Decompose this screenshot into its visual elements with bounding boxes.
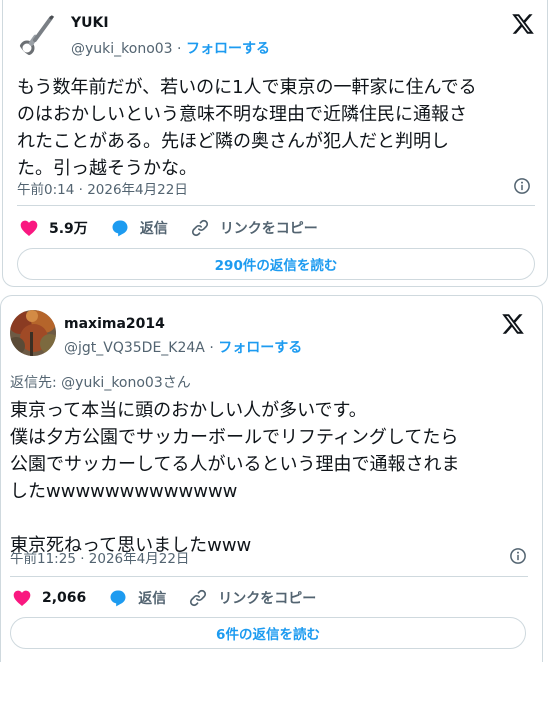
- divider: [10, 576, 528, 577]
- info-icon[interactable]: [509, 547, 527, 565]
- reply-label: 返信: [138, 591, 167, 607]
- link-icon: [191, 219, 208, 237]
- autumn-forest-avatar-icon: [10, 310, 56, 356]
- ice-cream-scoop-avatar-icon: [19, 13, 56, 56]
- read-replies-button[interactable]: 290件の返信を読む: [17, 248, 535, 280]
- read-replies-button[interactable]: 6件の返信を読む: [10, 617, 526, 649]
- display-name[interactable]: maxima2014: [64, 316, 165, 332]
- display-name[interactable]: YUKI: [71, 15, 109, 31]
- follow-button[interactable]: フォローする: [186, 41, 270, 57]
- reply-bubble-icon: [112, 220, 128, 237]
- heart-icon: [20, 220, 38, 236]
- copy-link-button[interactable]: リンクをコピー: [190, 218, 318, 238]
- tweet-card-maxima: maxima2014 @jgt_VQ35DE_K24A · フォローする 返信先…: [0, 295, 543, 662]
- divider: [17, 205, 535, 206]
- follow-button[interactable]: フォローする: [218, 340, 302, 356]
- like-button[interactable]: 5.9万: [19, 218, 88, 238]
- reply-bubble-icon: [110, 590, 126, 607]
- handle-line: @yuki_kono03 · フォローする: [71, 38, 270, 58]
- copy-link-button[interactable]: リンクをコピー: [188, 588, 316, 608]
- reply-to-line[interactable]: 返信先: @yuki_kono03さん: [10, 372, 191, 392]
- action-bar: 2,066 返信 リンクをコピー: [12, 586, 338, 610]
- like-count: 5.9万: [49, 221, 88, 237]
- link-icon: [190, 589, 207, 607]
- reply-button[interactable]: 返信: [110, 218, 168, 238]
- reply-label: 返信: [139, 221, 168, 237]
- tweet-card-yuki: YUKI @yuki_kono03 · フォローする もう数年前だが、若いのに1…: [2, 0, 548, 287]
- user-handle[interactable]: @jgt_VQ35DE_K24A: [64, 340, 205, 356]
- user-handle[interactable]: @yuki_kono03: [71, 41, 173, 57]
- copy-link-label: リンクをコピー: [219, 221, 318, 237]
- heart-icon: [13, 590, 31, 606]
- avatar[interactable]: [17, 12, 63, 58]
- action-bar: 5.9万 返信 リンクをコピー: [19, 216, 340, 240]
- copy-link-label: リンクをコピー: [218, 591, 317, 607]
- handle-line: @jgt_VQ35DE_K24A · フォローする: [64, 337, 302, 357]
- timestamp[interactable]: 午前0:14 · 2026年4月22日: [17, 178, 188, 198]
- like-button[interactable]: 2,066: [12, 588, 86, 608]
- reply-button[interactable]: 返信: [108, 588, 166, 608]
- like-count: 2,066: [42, 590, 87, 606]
- x-logo-icon[interactable]: [511, 12, 535, 36]
- avatar[interactable]: [10, 310, 56, 356]
- tweet-text: 東京って本当に頭のおかしい人が多いです。 僕は夕方公園でサッカーボールでリフティ…: [10, 400, 460, 556]
- separator: ·: [204, 340, 219, 356]
- timestamp[interactable]: 午前11:25 · 2026年4月22日: [10, 547, 189, 567]
- x-logo-icon[interactable]: [501, 312, 525, 336]
- info-icon[interactable]: [513, 177, 531, 195]
- separator: ·: [172, 41, 186, 57]
- tweet-text: もう数年前だが、若いのに1人で東京の一軒家に住んでる のはおかしいという意味不明…: [17, 77, 477, 179]
